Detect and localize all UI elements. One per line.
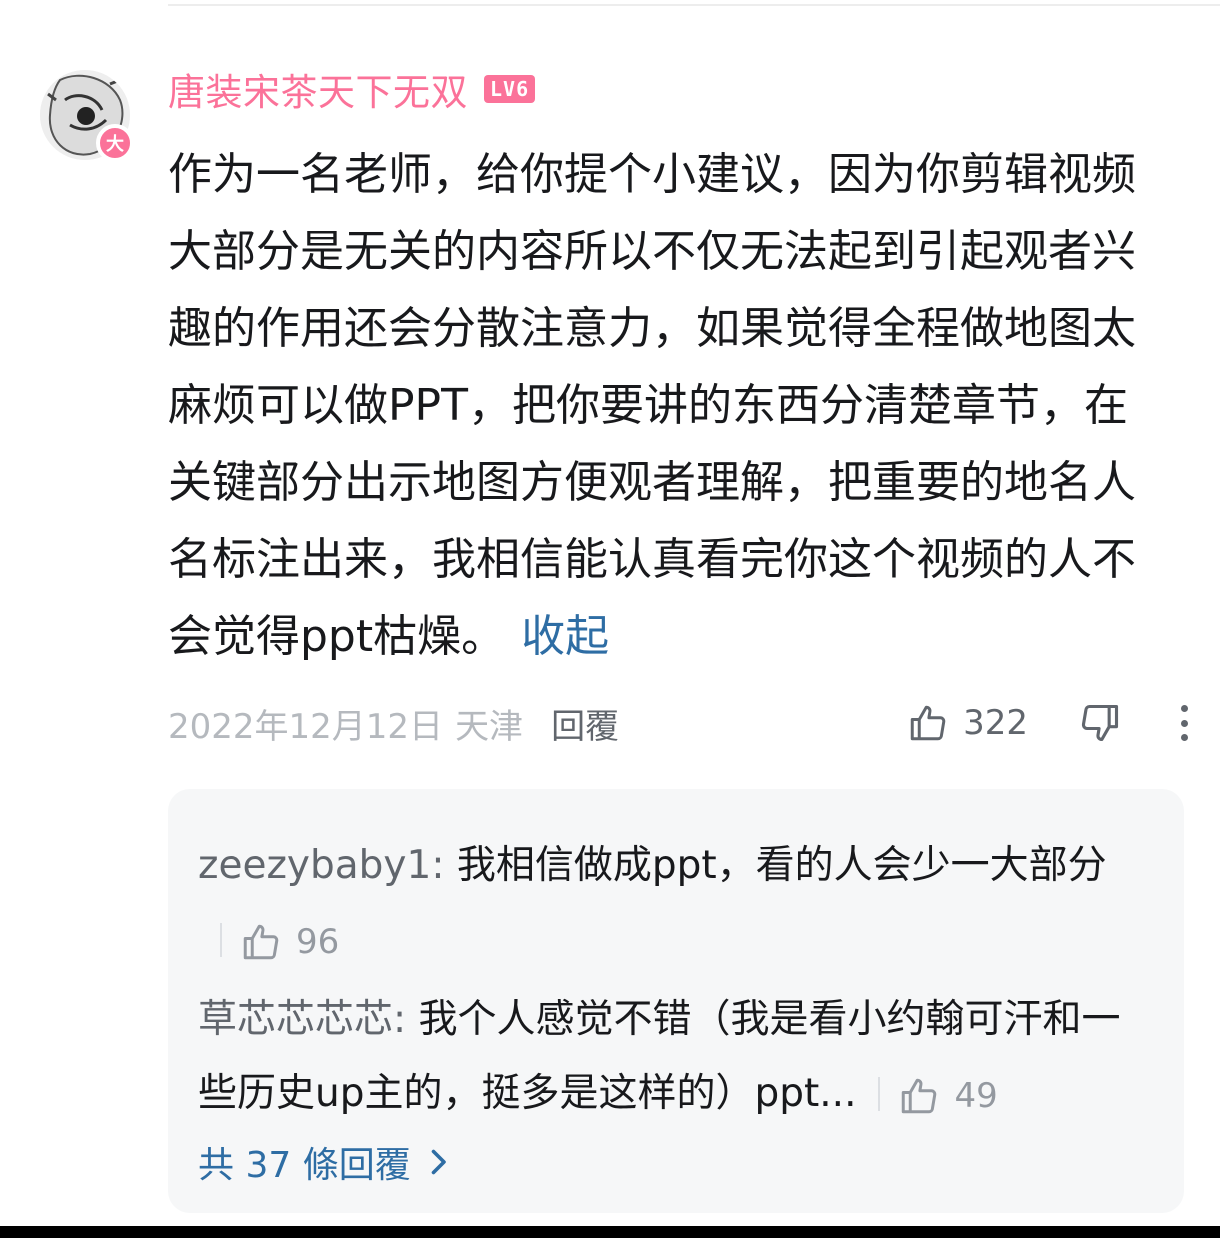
username[interactable]: 唐装宋茶天下无双 [168,62,468,116]
collapse-link[interactable]: 收起 [521,611,609,662]
username-row: 唐装宋茶天下无双 LV6 [168,62,536,116]
reply-like-button[interactable]: 96 [240,905,339,979]
reply-username[interactable]: zeezybaby1: [198,843,444,888]
top-divider [168,4,1220,6]
level-badge: LV6 [484,75,536,103]
reply-item[interactable]: zeezybaby1: 我相信做成ppt，看的人会少一大部分 96 [198,829,1148,979]
thumbs-up-icon [902,1078,937,1113]
more-options-icon[interactable] [1176,701,1192,745]
thumbs-up-icon [910,705,946,741]
divider [878,1077,881,1111]
reply-button[interactable]: 回覆 [551,699,619,748]
chevron-right-icon [431,1149,446,1175]
view-all-replies-link[interactable]: 共 37 條回覆 [198,1136,451,1188]
system-bottom-bar [0,1226,1220,1238]
thumbs-down-icon[interactable] [1078,701,1122,745]
comment-content: 作为一名老师，给你提个小建议，因为你剪辑视频大部分是无关的内容所以不仅无法起到引… [168,149,1136,662]
like-button[interactable]: 322 [907,702,1028,744]
divider [220,923,222,957]
reply-like-button[interactable]: 49 [898,1059,998,1133]
reply-text: 我相信做成ppt，看的人会少一大部分 [444,843,1107,888]
replies-panel: zeezybaby1: 我相信做成ppt，看的人会少一大部分 96 草芯芯芯芯: … [168,789,1184,1213]
like-count: 322 [963,703,1028,743]
total-replies-label: 共 37 條回覆 [198,1145,411,1186]
comment-meta: 2022年12月12日 天津 回覆 322 [168,698,1192,748]
reply-like-count: 49 [954,1075,998,1116]
comment-location: 天津 [455,706,524,747]
reply-item[interactable]: 草芯芯芯芯: 我个人感觉不错（我是看小约翰可汗和一些历史up主的，挺多是这样的）… [198,983,1148,1133]
reply-username[interactable]: 草芯芯芯芯: [198,997,406,1042]
avatar-badge: 大 [96,124,134,162]
comment-text: 作为一名老师，给你提个小建议，因为你剪辑视频大部分是无关的内容所以不仅无法起到引… [168,136,1168,675]
comment-date: 2022年12月12日 [168,706,444,747]
reply-like-count: 96 [296,921,340,962]
thumbs-up-icon [243,924,279,959]
